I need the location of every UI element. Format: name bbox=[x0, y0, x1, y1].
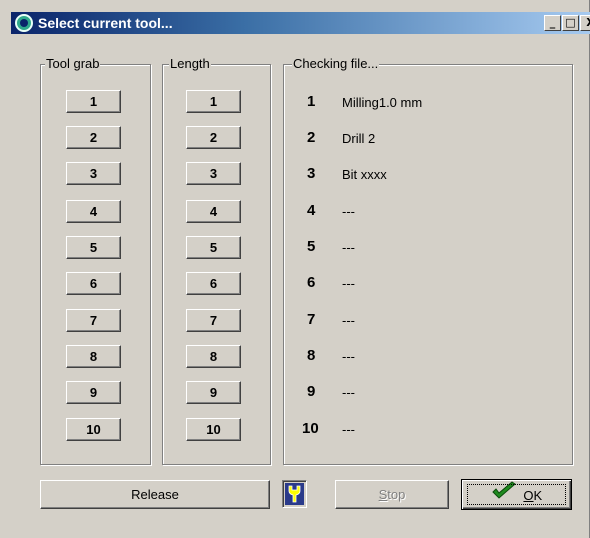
tool-grab-button-6[interactable]: 6 bbox=[66, 272, 121, 295]
tool-grab-button-7[interactable]: 7 bbox=[66, 309, 121, 332]
dialog-window: Select current tool... _ □ X Tool grab 1… bbox=[0, 0, 590, 538]
tool-row-number: 1 bbox=[307, 93, 316, 110]
checking-file-group: Checking file... bbox=[283, 56, 573, 465]
length-group: Length bbox=[162, 56, 271, 465]
tool-row-number: 8 bbox=[307, 347, 316, 364]
focus-rect bbox=[467, 484, 566, 505]
window-title: Select current tool... bbox=[38, 15, 173, 31]
tool-grab-button-5[interactable]: 5 bbox=[66, 236, 121, 259]
title-bar[interactable]: Select current tool... _ □ X bbox=[11, 12, 590, 34]
stop-button[interactable]: Stop bbox=[335, 480, 449, 509]
tool-row-number: 6 bbox=[307, 274, 316, 291]
tool-row-label: --- bbox=[342, 204, 355, 219]
length-button-8[interactable]: 8 bbox=[186, 345, 241, 368]
tool-grab-button-9[interactable]: 9 bbox=[66, 381, 121, 404]
ok-button[interactable]: OK bbox=[461, 479, 572, 510]
tool-grab-button-10[interactable]: 10 bbox=[66, 418, 121, 441]
tool-row-label: --- bbox=[342, 313, 355, 328]
tool-grab-button-4[interactable]: 4 bbox=[66, 200, 121, 223]
length-legend: Length bbox=[169, 56, 211, 72]
length-button-1[interactable]: 1 bbox=[186, 90, 241, 113]
length-button-2[interactable]: 2 bbox=[186, 126, 241, 149]
tool-row-number: 7 bbox=[307, 311, 316, 328]
tool-row-label: --- bbox=[342, 422, 355, 437]
tool-row-number: 4 bbox=[307, 202, 316, 219]
tool-row-number: 3 bbox=[307, 165, 316, 182]
wrench-button[interactable] bbox=[282, 480, 307, 508]
tool-row-number: 5 bbox=[307, 238, 316, 255]
tool-row-label: --- bbox=[342, 240, 355, 255]
tool-grab-button-8[interactable]: 8 bbox=[66, 345, 121, 368]
tool-row-number: 2 bbox=[307, 129, 316, 146]
length-button-5[interactable]: 5 bbox=[186, 236, 241, 259]
length-button-7[interactable]: 7 bbox=[186, 309, 241, 332]
tool-grab-button-2[interactable]: 2 bbox=[66, 126, 121, 149]
length-button-3[interactable]: 3 bbox=[186, 162, 241, 185]
tool-row-number: 9 bbox=[307, 383, 316, 400]
tool-row-label: --- bbox=[342, 276, 355, 291]
tool-grab-button-1[interactable]: 1 bbox=[66, 90, 121, 113]
length-button-10[interactable]: 10 bbox=[186, 418, 241, 441]
tool-row-label: Drill 2 bbox=[342, 131, 376, 146]
tool-grab-legend: Tool grab bbox=[45, 56, 101, 72]
stop-button-label: Stop bbox=[378, 487, 406, 502]
length-button-9[interactable]: 9 bbox=[186, 381, 241, 404]
maximize-button[interactable]: □ bbox=[562, 15, 579, 31]
tool-row-label: --- bbox=[342, 349, 355, 364]
tool-grab-button-3[interactable]: 3 bbox=[66, 162, 121, 185]
tool-row-label: Bit xxxx bbox=[342, 167, 387, 182]
app-icon bbox=[15, 14, 33, 32]
tool-row-label: --- bbox=[342, 385, 355, 400]
wrench-icon bbox=[285, 483, 304, 505]
tool-row-number: 10 bbox=[302, 420, 319, 437]
length-button-4[interactable]: 4 bbox=[186, 200, 241, 223]
close-button[interactable]: X bbox=[580, 15, 590, 31]
tool-grab-group: Tool grab bbox=[40, 56, 151, 465]
tool-row-label: Milling1.0 mm bbox=[342, 95, 423, 110]
release-button[interactable]: Release bbox=[40, 480, 270, 509]
length-button-6[interactable]: 6 bbox=[186, 272, 241, 295]
minimize-button[interactable]: _ bbox=[544, 15, 561, 31]
checking-file-legend: Checking file... bbox=[292, 56, 380, 72]
